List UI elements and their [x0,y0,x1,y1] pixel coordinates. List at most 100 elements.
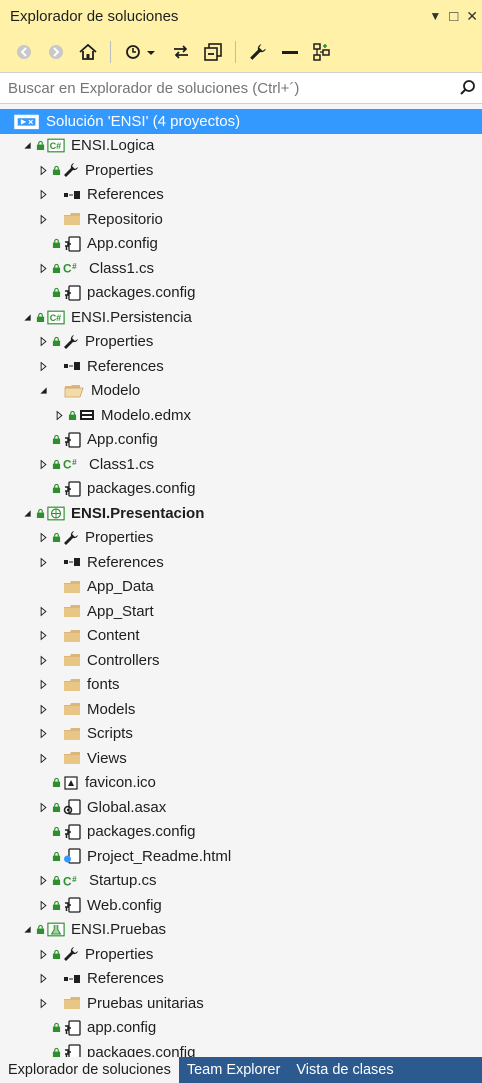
expand-closed-icon[interactable] [36,555,50,569]
expand-closed-icon[interactable] [52,408,66,422]
expand-closed-icon[interactable] [36,800,50,814]
tree-item-file[interactable]: packages.config [0,477,482,502]
tree-item-project-logica[interactable]: ENSI.Logica [0,134,482,159]
expand-closed-icon[interactable] [36,678,50,692]
tree-item-references[interactable]: References [0,967,482,992]
tree-item-references[interactable]: References [0,550,482,575]
expand-closed-icon[interactable] [36,163,50,177]
back-icon[interactable] [14,42,34,62]
expand-closed-icon[interactable] [36,457,50,471]
tree-item-file[interactable]: App.config [0,232,482,257]
lock-icon [68,410,77,421]
expand-closed-icon[interactable] [36,947,50,961]
tree-item-file[interactable]: App.config [0,428,482,453]
tree-item-folder[interactable]: App_Data [0,575,482,600]
wrench-icon [63,946,79,962]
tree-item-file[interactable]: favicon.ico [0,771,482,796]
expand-closed-icon[interactable] [36,972,50,986]
tree-item-folder[interactable]: Models [0,697,482,722]
expand-open-icon[interactable] [20,310,34,324]
forward-icon[interactable] [46,42,66,62]
maximize-icon[interactable]: □ [449,8,458,25]
folder-icon [63,580,81,594]
folder-icon [63,678,81,692]
minus-icon[interactable] [280,42,300,62]
tree-item-file[interactable]: app.config [0,1016,482,1041]
home-icon[interactable] [78,42,98,62]
tree-item-folder[interactable]: Views [0,746,482,771]
csharp-file-icon [63,874,83,888]
expand-closed-icon[interactable] [36,335,50,349]
toolbar [0,32,482,72]
expand-closed-icon[interactable] [36,996,50,1010]
expand-closed-icon[interactable] [36,188,50,202]
collapse-all-icon[interactable] [203,42,223,62]
lock-icon [52,949,61,960]
expand-closed-icon[interactable] [36,604,50,618]
tree-item-folder[interactable]: Scripts [0,722,482,747]
tree-item-solution[interactable]: Solución 'ENSI' (4 proyectos) [0,109,482,134]
tree-item-properties[interactable]: Properties [0,942,482,967]
tree-item-folder[interactable]: Modelo [0,379,482,404]
expand-closed-icon[interactable] [36,629,50,643]
tree-item-folder[interactable]: Controllers [0,648,482,673]
folder-icon [63,996,81,1010]
tree-item-properties[interactable]: Properties [0,158,482,183]
tree-item-folder[interactable]: Content [0,624,482,649]
expand-open-icon[interactable] [20,139,34,153]
class-diagram-icon[interactable] [312,42,332,62]
tree-item-project-persistencia[interactable]: ENSI.Persistencia [0,305,482,330]
folder-icon [63,751,81,765]
solution-label: Solución 'ENSI' (4 proyectos) [46,112,241,130]
search-input[interactable] [0,78,454,98]
close-icon[interactable]: ✕ [466,8,478,25]
tree-item-file[interactable]: packages.config [0,281,482,306]
tree-item-folder[interactable]: Repositorio [0,207,482,232]
expand-open-icon[interactable] [20,923,34,937]
lock-icon [52,165,61,176]
tree-item-file[interactable]: Web.config [0,893,482,918]
search-icon[interactable] [454,79,482,97]
tree-item-folder[interactable]: fonts [0,673,482,698]
expand-closed-icon[interactable] [36,653,50,667]
tree-item-project-presentacion[interactable]: ENSI.Presentacion [0,501,482,526]
expand-closed-icon[interactable] [36,898,50,912]
tree-item-file[interactable]: Modelo.edmx [0,403,482,428]
expand-closed-icon[interactable] [36,751,50,765]
tab-class-view[interactable]: Vista de clases [288,1057,401,1083]
tree-item-file[interactable]: packages.config [0,820,482,845]
expand-open-icon[interactable] [36,384,50,398]
item-label: packages.config [87,823,196,841]
tree-item-properties[interactable]: Properties [0,330,482,355]
history-icon[interactable] [123,42,159,62]
expand-closed-icon[interactable] [36,874,50,888]
tree-item-file[interactable]: Startup.cs [0,869,482,894]
tree-item-references[interactable]: References [0,183,482,208]
item-label: Class1.cs [89,455,155,473]
expand-closed-icon[interactable] [36,359,50,373]
properties-wrench-icon[interactable] [248,42,268,62]
tree-item-file[interactable]: Global.asax [0,795,482,820]
tree-item-properties[interactable]: Properties [0,526,482,551]
tree-item-references[interactable]: References [0,354,482,379]
sync-icon[interactable] [171,42,191,62]
item-label: Views [87,749,127,767]
tab-solution-explorer[interactable]: Explorador de soluciones [0,1057,179,1083]
expand-open-icon[interactable] [20,506,34,520]
tree-item-file[interactable]: Class1.cs [0,452,482,477]
web-project-icon [47,506,65,521]
tab-team-explorer[interactable]: Team Explorer [179,1057,288,1083]
tree-item-folder[interactable]: App_Start [0,599,482,624]
item-label: References [87,186,164,204]
expand-closed-icon[interactable] [36,212,50,226]
tree-item-project-pruebas[interactable]: ENSI.Pruebas [0,918,482,943]
expand-closed-icon[interactable] [36,531,50,545]
folder-icon [63,727,81,741]
tree-item-file[interactable]: Class1.cs [0,256,482,281]
pin-dropdown-icon[interactable]: ▼ [429,9,441,23]
tree-item-folder[interactable]: Pruebas unitarias [0,991,482,1016]
expand-closed-icon[interactable] [36,261,50,275]
tree-item-file[interactable]: Project_Readme.html [0,844,482,869]
expand-closed-icon[interactable] [36,727,50,741]
expand-closed-icon[interactable] [36,702,50,716]
